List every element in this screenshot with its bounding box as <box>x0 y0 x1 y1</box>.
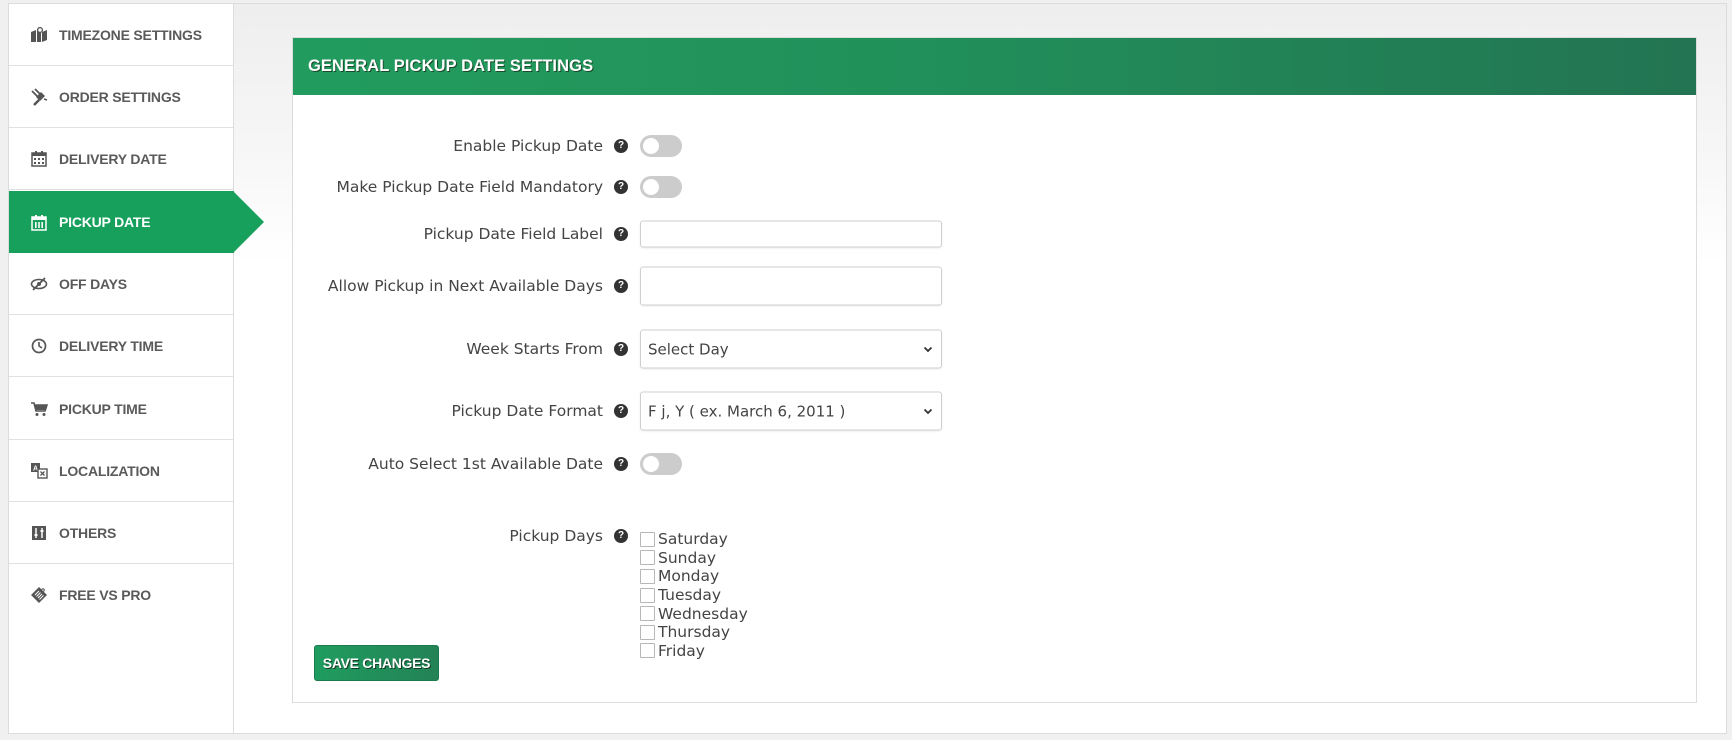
sidebar-item-label: TIMEZONE SETTINGS <box>59 26 202 43</box>
pickup-days-label: Pickup Days <box>509 527 603 545</box>
toggle-knob <box>643 179 659 195</box>
date-format-row: Pickup Date Format ? F j, Y ( ex. March … <box>293 391 1696 431</box>
toggle-knob <box>643 138 659 154</box>
next-available-days-row: Allow Pickup in Next Available Days ? <box>293 266 1696 306</box>
calendar-icon <box>29 212 49 232</box>
day-label: Friday <box>658 641 705 660</box>
sidebar-item-label: ORDER SETTINGS <box>59 88 181 105</box>
next-available-days-label: Allow Pickup in Next Available Days <box>327 277 603 295</box>
mandatory-label: Make Pickup Date Field Mandatory <box>336 178 604 196</box>
toggle-knob <box>643 456 659 472</box>
checkbox[interactable] <box>640 587 655 603</box>
active-item-arrow <box>233 191 264 253</box>
sidebar: TIMEZONE SETTINGS ORDER SETTINGS DELIVER… <box>9 4 234 733</box>
sidebar-item-label: DELIVERY TIME <box>59 337 163 354</box>
sidebar-item-label: FREE VS PRO <box>59 587 151 603</box>
auto-select-row: Auto Select 1st Available Date ? <box>293 449 1696 479</box>
cart-icon <box>29 399 49 419</box>
day-label: Wednesday <box>658 604 748 623</box>
day-checkbox-friday[interactable]: Friday <box>640 642 748 661</box>
help-icon[interactable]: ? <box>614 227 628 241</box>
field-label-label: Pickup Date Field Label <box>423 225 603 243</box>
auto-select-toggle[interactable] <box>640 453 682 475</box>
sidebar-item-label: OTHERS <box>59 524 117 541</box>
help-icon[interactable]: ? <box>614 457 628 471</box>
sliders-icon <box>29 523 49 543</box>
enable-pickup-date-label: Enable Pickup Date <box>453 137 603 155</box>
help-icon[interactable]: ? <box>614 404 628 418</box>
day-checkbox-monday[interactable]: Monday <box>640 567 748 586</box>
sidebar-item-off-days[interactable]: OFF DAYS <box>9 253 233 315</box>
next-available-days-input[interactable] <box>640 266 942 306</box>
auto-select-label: Auto Select 1st Available Date <box>368 455 603 473</box>
field-label-row: Pickup Date Field Label ? <box>293 219 1696 249</box>
chevron-down-icon <box>923 346 933 352</box>
pickup-date-field-label-input[interactable] <box>640 220 942 248</box>
enable-pickup-date-row: Enable Pickup Date ? <box>293 131 1696 161</box>
sidebar-item-pickup-time[interactable]: PICKUP TIME <box>9 378 233 440</box>
mandatory-toggle[interactable] <box>640 176 682 198</box>
sidebar-item-label: OFF DAYS <box>59 275 127 292</box>
sidebar-item-free-vs-pro[interactable]: FREE VS PRO <box>9 564 233 626</box>
week-starts-from-select[interactable]: Select Day <box>640 329 942 369</box>
checkbox[interactable] <box>640 606 655 622</box>
sidebar-item-label: LOCALIZATION <box>59 462 160 479</box>
map-pin-icon <box>29 25 49 45</box>
chevron-down-icon <box>923 408 933 414</box>
save-changes-button[interactable]: SAVE CHANGES <box>314 645 439 681</box>
day-label: Sunday <box>658 548 716 567</box>
day-checkbox-saturday[interactable]: Saturday <box>640 530 748 549</box>
checkbox[interactable] <box>640 624 655 640</box>
day-label: Saturday <box>658 530 728 549</box>
checkbox[interactable] <box>640 531 655 547</box>
sidebar-item-pickup-date[interactable]: PICKUP DATE <box>9 191 234 253</box>
day-checkbox-sunday[interactable]: Sunday <box>640 549 748 568</box>
pickup-days-row: Pickup Days ? <box>293 526 1696 546</box>
day-checkbox-wednesday[interactable]: Wednesday <box>640 604 748 623</box>
plug-icon <box>29 87 49 107</box>
day-checkbox-tuesday[interactable]: Tuesday <box>640 586 748 605</box>
checkbox[interactable] <box>640 643 655 659</box>
help-icon[interactable]: ? <box>614 529 628 543</box>
week-starts-from-label: Week Starts From <box>466 340 603 358</box>
enable-pickup-date-toggle[interactable] <box>640 135 682 157</box>
mandatory-row: Make Pickup Date Field Mandatory ? <box>293 172 1696 202</box>
help-icon[interactable]: ? <box>614 180 628 194</box>
panel-title: GENERAL PICKUP DATE SETTINGS <box>308 57 594 75</box>
help-icon[interactable]: ? <box>614 342 628 356</box>
save-changes-label: SAVE CHANGES <box>322 655 431 671</box>
sidebar-item-label: DELIVERY DATE <box>59 150 167 167</box>
tag-icon <box>29 585 49 605</box>
help-icon[interactable]: ? <box>614 279 628 293</box>
day-label: Monday <box>658 567 720 586</box>
week-starts-from-row: Week Starts From ? Select Day <box>293 329 1696 369</box>
day-label: Tuesday <box>658 586 722 605</box>
translate-icon: A <box>29 461 49 481</box>
select-value: Select Day <box>648 340 729 358</box>
calendar-icon <box>29 149 49 169</box>
sidebar-item-timezone-settings[interactable]: TIMEZONE SETTINGS <box>9 4 233 66</box>
day-checkbox-thursday[interactable]: Thursday <box>640 623 748 642</box>
select-value: F j, Y ( ex. March 6, 2011 ) <box>648 402 846 420</box>
pickup-date-settings-panel: GENERAL PICKUP DATE SETTINGS Enable Pick… <box>292 37 1697 703</box>
help-icon[interactable]: ? <box>614 139 628 153</box>
sidebar-item-order-settings[interactable]: ORDER SETTINGS <box>9 66 233 128</box>
clock-icon <box>29 336 49 356</box>
sidebar-item-label: PICKUP TIME <box>59 400 147 417</box>
sidebar-item-others[interactable]: OTHERS <box>9 502 233 564</box>
date-format-select[interactable]: F j, Y ( ex. March 6, 2011 ) <box>640 391 942 431</box>
checkbox[interactable] <box>640 568 655 584</box>
checkbox[interactable] <box>640 550 655 566</box>
pickup-days-list: Saturday Sunday Monday Tuesday Wednesday… <box>640 530 748 660</box>
day-label: Thursday <box>658 623 731 642</box>
sidebar-item-delivery-date[interactable]: DELIVERY DATE <box>9 128 233 190</box>
sidebar-item-localization[interactable]: A LOCALIZATION <box>9 440 233 502</box>
sidebar-item-delivery-time[interactable]: DELIVERY TIME <box>9 315 233 377</box>
date-format-label: Pickup Date Format <box>451 402 603 420</box>
eye-slash-icon <box>29 274 49 294</box>
sidebar-item-label: PICKUP DATE <box>59 214 151 230</box>
panel-header: GENERAL PICKUP DATE SETTINGS <box>293 38 1696 95</box>
